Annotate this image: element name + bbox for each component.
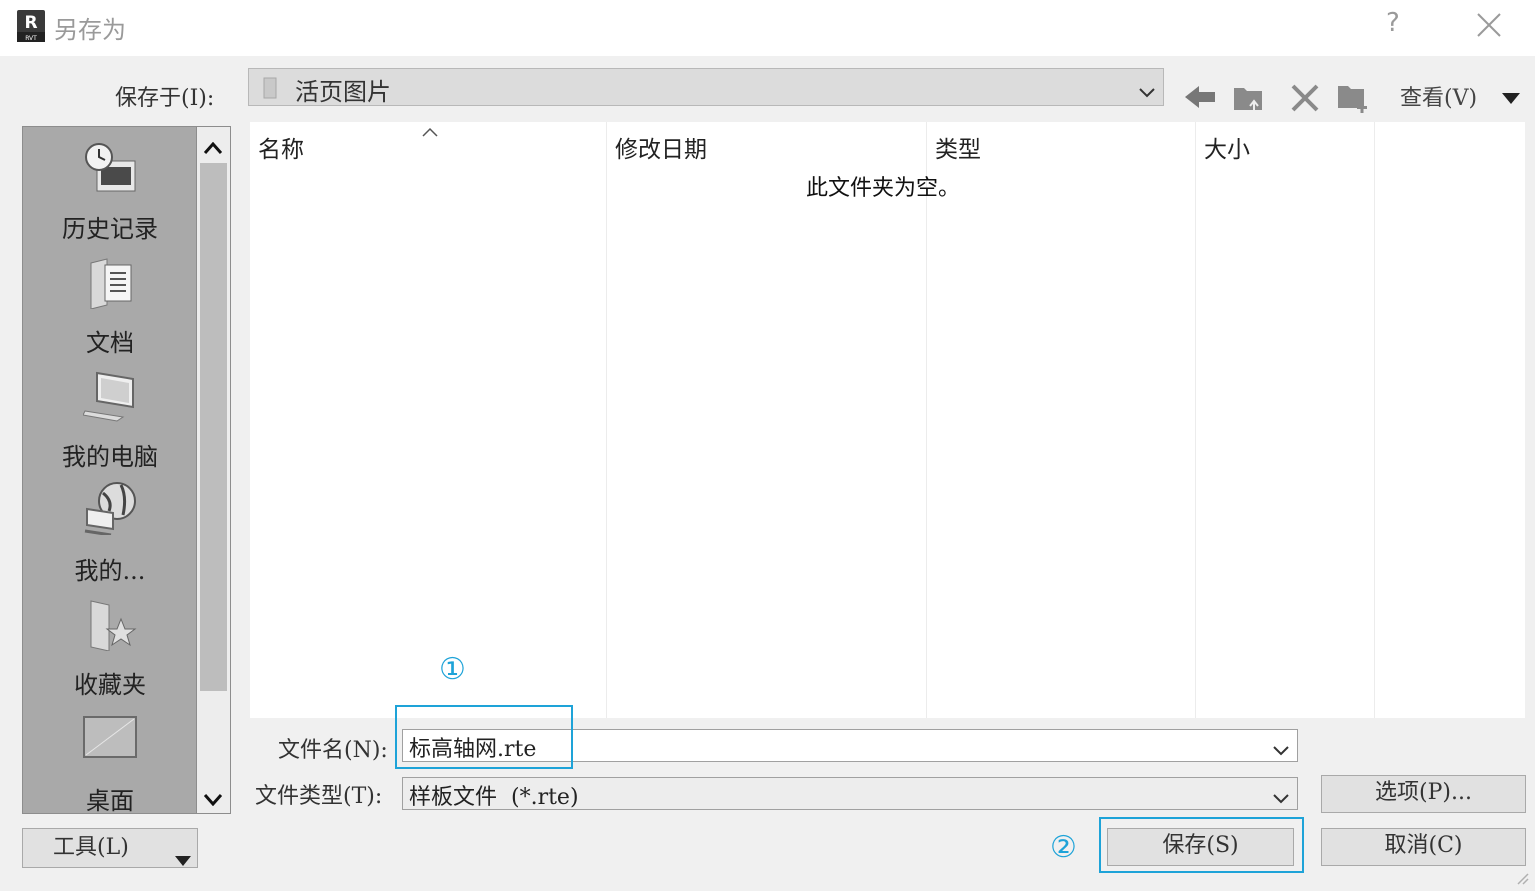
column-divider <box>1374 122 1375 718</box>
file-list[interactable]: 名称 修改日期 类型 大小 此文件夹为空。 <box>250 122 1525 718</box>
cancel-button[interactable]: 取消(C) <box>1321 828 1526 866</box>
callout-number-2: ② <box>1050 830 1077 865</box>
revit-app-icon: R RVT <box>17 10 45 42</box>
help-button[interactable]: ? <box>1386 8 1400 38</box>
column-divider <box>926 122 927 718</box>
chevron-down-icon <box>1273 789 1289 804</box>
svg-text:R: R <box>24 13 37 33</box>
filename-label: 文件名(N): <box>278 738 388 763</box>
scroll-up-icon[interactable] <box>203 139 223 158</box>
scroll-down-icon[interactable] <box>203 791 223 810</box>
tools-button[interactable]: 工具(L) <box>22 828 198 868</box>
places-bar: 历史记录 文档 我的电脑 我的... 收藏夹 桌面 <box>22 126 197 815</box>
save-in-dropdown[interactable]: 活页图片 <box>248 68 1164 106</box>
place-desktop[interactable]: 桌面 <box>23 709 197 815</box>
scrollbar-thumb[interactable] <box>200 163 227 691</box>
filetype-dropdown[interactable]: 样板文件 (*.rte) <box>402 777 1298 810</box>
dialog-title: 另存为 <box>54 16 126 44</box>
filetype-value: 样板文件 (*.rte) <box>409 785 579 810</box>
place-label: 我的电脑 <box>62 443 158 471</box>
new-folder-icon[interactable] <box>1336 80 1370 114</box>
close-icon[interactable] <box>1476 12 1502 38</box>
empty-folder-message: 此文件夹为空。 <box>806 176 961 201</box>
save-in-label: 保存于(I): <box>115 86 215 111</box>
view-menu-label[interactable]: 查看(V) <box>1400 80 1477 112</box>
place-label: 我的... <box>74 557 146 585</box>
place-label: 收藏夹 <box>74 671 146 699</box>
place-label: 历史记录 <box>62 215 158 243</box>
column-header-type[interactable]: 类型 <box>935 130 981 164</box>
callout-box-filename <box>395 705 573 769</box>
network-icon <box>83 481 137 537</box>
documents-icon <box>83 255 137 310</box>
back-arrow-icon[interactable] <box>1183 80 1217 114</box>
column-header-modified[interactable]: 修改日期 <box>615 130 707 164</box>
tools-button-label: 工具(L) <box>53 835 129 860</box>
column-header-name[interactable]: 名称 <box>258 130 304 164</box>
place-documents[interactable]: 文档 <box>23 251 197 361</box>
column-header-size[interactable]: 大小 <box>1204 130 1250 164</box>
favorites-icon <box>83 597 137 652</box>
options-button[interactable]: 选项(P)... <box>1321 775 1526 813</box>
svg-text:RVT: RVT <box>25 35 37 42</box>
sort-ascending-icon <box>422 122 438 137</box>
callout-box-save <box>1099 817 1304 873</box>
title-bar <box>0 0 1535 56</box>
save-in-value: 活页图片 <box>295 78 391 106</box>
place-label: 桌面 <box>86 787 134 815</box>
chevron-down-icon <box>1139 83 1155 98</box>
computer-icon <box>82 369 137 423</box>
column-divider <box>1195 122 1196 718</box>
chevron-down-icon[interactable] <box>1273 741 1289 756</box>
place-my-computer[interactable]: 我的电脑 <box>23 365 197 475</box>
tools-dropdown-arrow-icon <box>175 843 191 877</box>
place-label: 文档 <box>86 329 134 357</box>
places-scrollbar[interactable] <box>197 126 231 814</box>
place-network[interactable]: 我的... <box>23 479 197 589</box>
view-dropdown-arrow-icon[interactable] <box>1502 90 1520 104</box>
column-divider <box>606 122 607 718</box>
history-icon <box>83 141 137 195</box>
place-history[interactable]: 历史记录 <box>23 137 197 247</box>
resize-grip-icon[interactable] <box>1514 870 1530 890</box>
up-folder-icon[interactable] <box>1232 80 1266 114</box>
filetype-label: 文件类型(T): <box>255 784 383 809</box>
folder-icon <box>263 77 279 99</box>
place-favorites[interactable]: 收藏夹 <box>23 593 197 703</box>
delete-icon[interactable] <box>1288 80 1322 114</box>
callout-number-1: ① <box>439 652 466 687</box>
desktop-icon <box>83 713 137 767</box>
